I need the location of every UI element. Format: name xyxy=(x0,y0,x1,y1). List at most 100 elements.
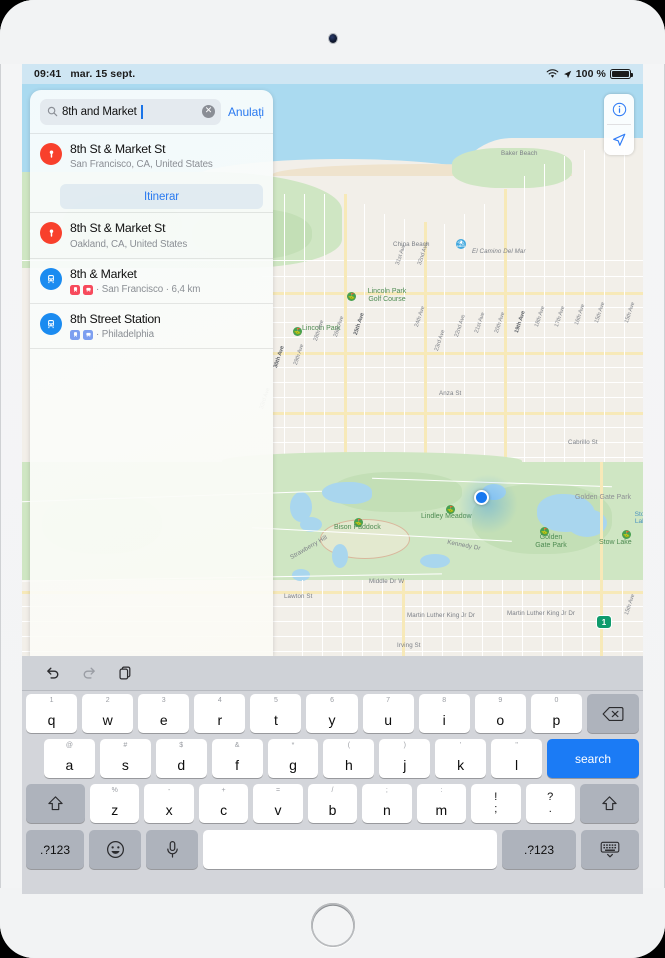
search-result-subtitle: · San Francisco · 6,4 km xyxy=(70,284,263,295)
key-s[interactable]: # s xyxy=(99,739,151,778)
search-result-row[interactable]: 8th St & Market St San Francisco, CA, Un… xyxy=(30,133,273,178)
search-input[interactable]: 8th and Market ✕ xyxy=(40,98,221,125)
microphone-icon xyxy=(166,841,178,858)
key-o[interactable]: 9o xyxy=(474,694,526,733)
map-locate-button[interactable] xyxy=(604,125,634,155)
shift-key-right[interactable] xyxy=(579,784,639,823)
key-e[interactable]: 3e xyxy=(138,694,190,733)
key-g[interactable]: * g xyxy=(267,739,319,778)
key-hint: + xyxy=(221,787,226,794)
key-q[interactable]: 1q xyxy=(26,694,78,733)
key-t[interactable]: 5t xyxy=(250,694,302,733)
map-road xyxy=(622,580,624,656)
key-exclamation-semicolon[interactable]: ! ; xyxy=(471,784,521,823)
keyboard-row-4: .?123 .?123 xyxy=(22,826,643,873)
key-question-period[interactable]: ? . xyxy=(525,784,575,823)
key-l[interactable]: " l xyxy=(491,739,543,778)
key-hint: ( xyxy=(347,742,351,749)
shift-key-left[interactable] xyxy=(26,784,85,823)
shift-arrow-icon xyxy=(602,796,617,811)
key-label: v xyxy=(274,802,282,818)
screen: Baker Beach China Beach ⛱ El Camino Del … xyxy=(22,64,643,894)
backspace-key[interactable] xyxy=(586,694,639,733)
text-caret xyxy=(141,104,143,119)
key-u[interactable]: 7u xyxy=(362,694,414,733)
user-location-halo xyxy=(458,474,518,534)
keyboard-toolbar xyxy=(22,656,643,691)
park-poi-icon: ⛳ xyxy=(293,327,302,336)
map-label: Lawton St xyxy=(284,593,313,600)
key-label: p xyxy=(552,712,561,728)
device-bezel-top xyxy=(0,0,665,64)
map-label: Irving St xyxy=(397,642,421,649)
backspace-icon xyxy=(602,706,624,721)
emoji-smiley-icon xyxy=(106,840,124,859)
clear-search-button[interactable]: ✕ xyxy=(202,105,215,118)
key-label: o xyxy=(496,712,505,728)
search-result-row[interactable]: 8th Street Station · Philadelphia xyxy=(30,303,273,348)
key-j[interactable]: ) j xyxy=(379,739,431,778)
map-road-major xyxy=(504,189,508,462)
undo-button[interactable] xyxy=(44,666,61,681)
space-key[interactable] xyxy=(203,830,497,869)
search-key[interactable]: search xyxy=(547,739,640,778)
key-p[interactable]: 0p xyxy=(530,694,582,733)
paste-button[interactable] xyxy=(118,665,133,681)
search-result-row[interactable]: 8th St & Market St Oakland, CA, United S… xyxy=(30,212,273,257)
transit-tram-icon xyxy=(40,267,62,290)
search-result-title: 8th Street Station xyxy=(70,312,161,327)
key-hint: 5 xyxy=(273,697,278,704)
key-h[interactable]: (h xyxy=(323,739,375,778)
cancel-button[interactable]: Anulați xyxy=(228,105,264,119)
key-b[interactable]: / b xyxy=(307,784,358,823)
key-k[interactable]: ' k xyxy=(435,739,487,778)
key-y[interactable]: 6y xyxy=(306,694,358,733)
key-label: n xyxy=(383,802,391,818)
location-arrow-icon xyxy=(563,70,571,78)
key-f[interactable]: & f xyxy=(211,739,263,778)
info-circle-icon xyxy=(612,102,626,116)
key-i[interactable]: 8i xyxy=(418,694,470,733)
dictation-key[interactable] xyxy=(146,830,198,869)
map-road xyxy=(484,204,486,462)
directions-button[interactable]: Itinerar xyxy=(60,184,263,210)
map-road xyxy=(502,580,504,656)
key-z[interactable]: % z xyxy=(90,784,140,823)
subtitle-text: Oakland, CA, United States xyxy=(70,238,188,250)
map-road xyxy=(342,580,344,656)
emoji-key[interactable] xyxy=(89,830,141,869)
map-info-button[interactable] xyxy=(604,94,634,124)
home-button[interactable] xyxy=(311,903,355,947)
key-hint: : xyxy=(440,787,443,794)
key-label: r xyxy=(217,712,223,728)
key-x[interactable]: -x xyxy=(144,784,194,823)
map-road xyxy=(302,580,304,656)
key-d[interactable]: $ d xyxy=(155,739,207,778)
key-label: m xyxy=(435,802,448,818)
key-w[interactable]: 2w xyxy=(82,694,134,733)
search-result-subtitle: San Francisco, CA, United States xyxy=(70,159,263,170)
key-label: s xyxy=(121,757,129,773)
map-label: Stow Lake xyxy=(599,539,632,546)
key-c[interactable]: + c xyxy=(198,784,249,823)
key-a[interactable]: @ a xyxy=(44,739,95,778)
subtitle-text: · San Francisco · 6,4 km xyxy=(96,284,201,296)
hide-keyboard-icon xyxy=(600,841,620,858)
key-label: a xyxy=(65,757,74,773)
search-panel: 8th and Market ✕ Anulați 8th St & Market… xyxy=(30,90,273,656)
hide-keyboard-key[interactable] xyxy=(581,830,639,869)
numeric-key-right[interactable]: .?123 xyxy=(502,830,576,869)
key-n[interactable]: ; n xyxy=(362,784,412,823)
key-hint: 9 xyxy=(498,697,503,704)
key-hint: 4 xyxy=(217,697,222,704)
redo-button[interactable] xyxy=(81,666,98,681)
key-v[interactable]: = v xyxy=(253,784,303,823)
key-m[interactable]: :m xyxy=(416,784,467,823)
battery-icon xyxy=(610,69,633,79)
search-result-row[interactable]: 8th & Market · San Francisco · 6,4 km xyxy=(30,257,273,303)
shift-arrow-icon xyxy=(48,796,63,811)
numeric-key-left[interactable]: .?123 xyxy=(26,830,84,869)
key-label: i xyxy=(442,712,446,728)
keyboard-row-2: @ a # s $ d & f * g (h ) j ' k " l search xyxy=(22,736,643,781)
key-r[interactable]: 4r xyxy=(194,694,246,733)
